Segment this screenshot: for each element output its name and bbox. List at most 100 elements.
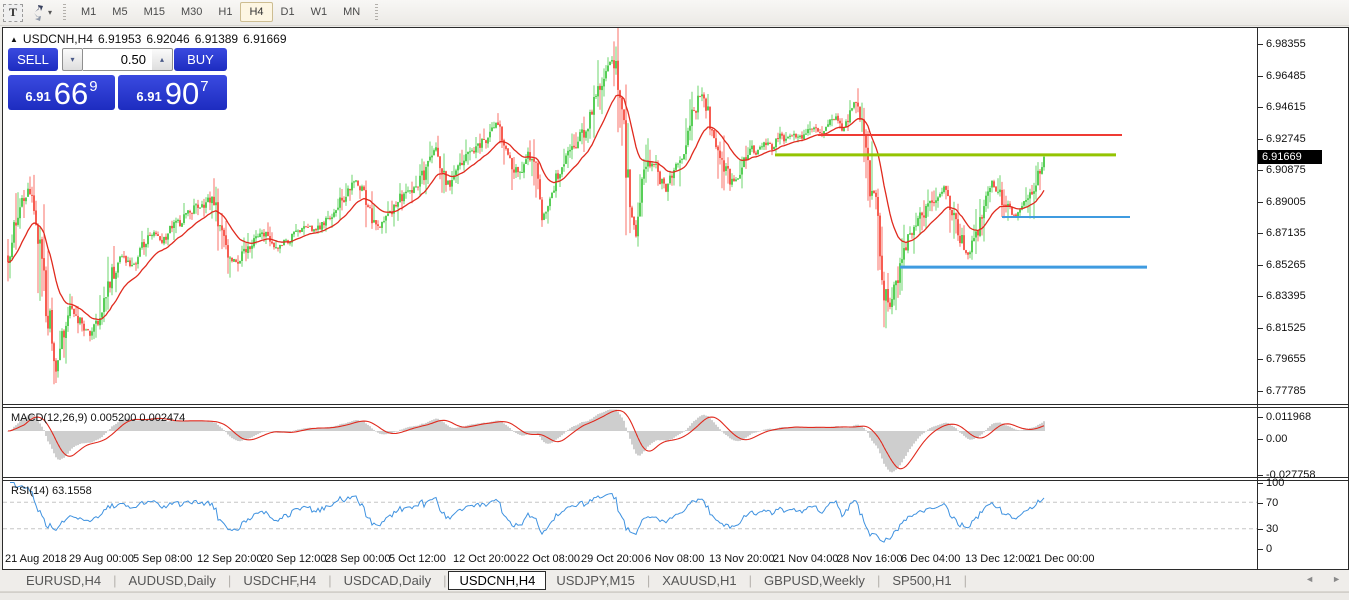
rsi-axis-label: 70: [1266, 497, 1278, 509]
price-tick-label: 6.79655: [1266, 353, 1306, 365]
rsi-axis-label: 100: [1266, 477, 1284, 489]
timeframe-button-w1[interactable]: W1: [303, 3, 336, 23]
axis-tick: [1258, 202, 1263, 203]
buy-button[interactable]: BUY: [174, 48, 227, 71]
price-tick-label: 6.96485: [1266, 70, 1306, 82]
timeframe-button-m1[interactable]: M1: [73, 3, 104, 23]
axis-tick: [1258, 417, 1263, 418]
chart-tab-usdjpy-m15[interactable]: USDJPY,M15: [546, 572, 645, 589]
price-tick-label: 6.89005: [1266, 196, 1306, 208]
chart-tab-usdcnh-h4[interactable]: USDCNH,H4: [448, 571, 546, 590]
price-tick-label: 6.83395: [1266, 290, 1306, 302]
high-value: 6.92046: [146, 32, 189, 46]
chart-tab-eurusd-h4[interactable]: EURUSD,H4: [16, 572, 111, 589]
text-tool-button[interactable]: T: [3, 4, 23, 22]
buy-price-base: 6.91: [136, 89, 161, 104]
sell-price-sup: 9: [89, 78, 97, 95]
chart-tab-usdchf-h4[interactable]: USDCHF,H4: [233, 572, 326, 589]
axis-tick: [1258, 170, 1263, 171]
scroll-tabs-left-icon[interactable]: ◄: [1305, 574, 1314, 584]
chart-tab-gbpusd-weekly[interactable]: GBPUSD,Weekly: [754, 572, 875, 589]
sell-price-button[interactable]: 6.91 669: [8, 75, 115, 110]
volume-decrease-button[interactable]: ▾: [62, 48, 83, 71]
chart-tab-xauusd-h1[interactable]: XAUUSD,H1: [652, 572, 746, 589]
price-tick-label: 6.77785: [1266, 385, 1306, 397]
time-axis-label: 22 Oct 08:00: [517, 553, 580, 565]
timeframe-button-mn[interactable]: MN: [335, 3, 368, 23]
tab-separator: |: [964, 573, 967, 588]
chevron-down-icon[interactable]: ▾: [48, 8, 52, 17]
buy-price-big: 90: [165, 81, 199, 107]
axis-tick: [1258, 328, 1263, 329]
time-axis-label: 21 Dec 00:00: [1029, 553, 1094, 565]
timeframe-button-d1[interactable]: D1: [273, 3, 303, 23]
price-tick-label: 6.98355: [1266, 38, 1306, 50]
status-strip: [0, 592, 1349, 600]
tabs: EURUSD,H4|AUDUSD,Daily|USDCHF,H4|USDCAD,…: [16, 571, 969, 590]
close-value: 6.91669: [243, 32, 286, 46]
macd-axis-label: 0.011968: [1266, 411, 1311, 423]
timeframe-button-h4[interactable]: H4: [240, 2, 272, 22]
time-axis-label: 6 Dec 04:00: [901, 553, 960, 565]
price-axis[interactable]: 6.91669 6.983556.964856.946156.927456.90…: [1258, 28, 1348, 569]
rsi-indicator-canvas[interactable]: [3, 481, 1257, 549]
timeframe-button-m30[interactable]: M30: [173, 3, 210, 23]
rsi-axis-label: 30: [1266, 523, 1278, 535]
chart-window: ▲ USDCNH,H4 6.91953 6.92046 6.91389 6.91…: [2, 27, 1349, 570]
sell-price-base: 6.91: [25, 89, 50, 104]
tab-separator: |: [228, 573, 231, 588]
tab-separator: |: [877, 573, 880, 588]
tab-separator: |: [443, 573, 446, 588]
chart-tab-usdcad-daily[interactable]: USDCAD,Daily: [334, 572, 441, 589]
chart-tab-bar: EURUSD,H4|AUDUSD,Daily|USDCHF,H4|USDCAD,…: [0, 570, 1349, 592]
chart-tab-sp500-h1[interactable]: SP500,H1: [882, 572, 961, 589]
time-axis-label: 12 Sep 20:00: [197, 553, 262, 565]
pane-separator[interactable]: [3, 480, 1348, 481]
time-axis-label: 29 Aug 00:00: [69, 553, 134, 565]
axis-tick: [1258, 439, 1263, 440]
sell-button[interactable]: SELL: [8, 48, 58, 71]
axis-tick: [1258, 475, 1263, 476]
collapse-arrow-icon[interactable]: ▲: [10, 35, 18, 44]
axis-tick: [1258, 549, 1263, 550]
volume-increase-button[interactable]: ▴: [152, 48, 173, 71]
axis-tick: [1258, 483, 1263, 484]
price-tick-label: 6.92745: [1266, 133, 1306, 145]
axis-tick: [1258, 139, 1263, 140]
pane-separator[interactable]: [3, 407, 1348, 408]
time-axis-label: 13 Dec 12:00: [965, 553, 1030, 565]
tab-scroll-controls: ◄ ►: [1305, 574, 1341, 584]
price-tick-label: 6.81525: [1266, 322, 1306, 334]
time-axis[interactable]: 21 Aug 201829 Aug 00:005 Sep 08:0012 Sep…: [3, 550, 1257, 569]
macd-indicator-label: MACD(12,26,9) 0.005200 0.002474: [11, 412, 185, 424]
price-tick-label: 6.85265: [1266, 259, 1306, 271]
sell-price-big: 66: [54, 81, 88, 107]
timeframe-button-h1[interactable]: H1: [210, 3, 240, 23]
time-axis-label: 12 Oct 20:00: [453, 553, 516, 565]
axis-tick: [1258, 76, 1263, 77]
scroll-tabs-right-icon[interactable]: ►: [1332, 574, 1341, 584]
chart-tab-audusd-daily[interactable]: AUDUSD,Daily: [119, 572, 226, 589]
rsi-axis-label: 0: [1266, 543, 1272, 555]
pane-separator[interactable]: [3, 404, 1348, 405]
toolbar: T ▾ M1M5M15M30H1H4D1W1MN: [0, 0, 1349, 26]
axis-tick: [1258, 107, 1263, 108]
time-axis-label: 13 Nov 20:00: [709, 553, 774, 565]
draw-arrows-tool-button[interactable]: ▾: [29, 5, 52, 21]
buy-price-button[interactable]: 6.91907: [118, 75, 227, 110]
timeframe-button-m5[interactable]: M5: [104, 3, 135, 23]
price-tick-label: 6.87135: [1266, 227, 1306, 239]
timeframe-button-m15[interactable]: M15: [136, 3, 173, 23]
time-axis-label: 21 Nov 04:00: [773, 553, 838, 565]
price-tick-label: 6.90875: [1266, 164, 1306, 176]
axis-tick: [1258, 233, 1263, 234]
tab-separator: |: [328, 573, 331, 588]
macd-indicator-canvas[interactable]: [3, 408, 1257, 477]
time-axis-label: 5 Sep 08:00: [133, 553, 192, 565]
one-click-trading-panel: SELL ▾ ▴ BUY 6.91669 6.91907: [8, 48, 227, 110]
volume-input[interactable]: [83, 48, 152, 71]
timeframe-toolbar: M1M5M15M30H1H4D1W1MN: [73, 2, 368, 23]
time-axis-label: 29 Oct 20:00: [581, 553, 644, 565]
pane-separator[interactable]: [3, 477, 1348, 478]
time-axis-label: 5 Oct 12:00: [389, 553, 446, 565]
